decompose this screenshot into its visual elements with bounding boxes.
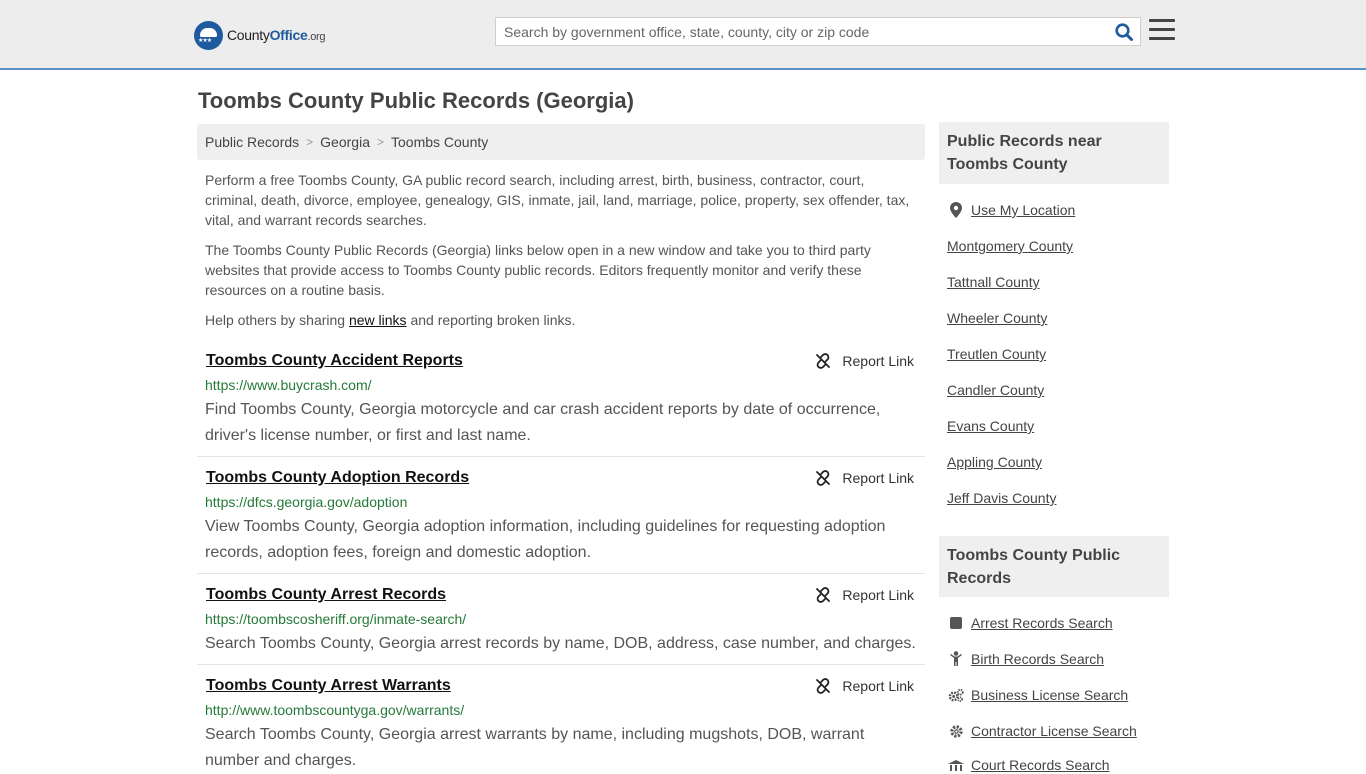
new-links-link[interactable]: new links <box>349 312 407 328</box>
nearby-county-link[interactable]: Evans County <box>947 418 1034 434</box>
disclaimer-paragraph: The Toombs County Public Records (Georgi… <box>205 242 871 298</box>
report-link-label: Report Link <box>842 587 914 603</box>
nearby-county-link[interactable]: Treutlen County <box>947 346 1046 362</box>
breadcrumb-separator: > <box>306 135 314 149</box>
report-link-button[interactable]: Report Link <box>815 353 914 369</box>
record-entry: Toombs County Arrest Warrants Report Lin… <box>197 677 925 769</box>
search-box <box>495 17 1141 46</box>
help-text: Help others by sharing <box>205 312 349 328</box>
breadcrumb: Public Records > Georgia > Toombs County <box>197 124 925 160</box>
logo-office: Office <box>269 27 308 43</box>
breadcrumb-toombs-county[interactable]: Toombs County <box>391 134 488 150</box>
report-link-label: Report Link <box>842 353 914 369</box>
entry-description: Find Toombs County, Georgia motorcycle a… <box>205 401 881 444</box>
arrest-records-search-link[interactable]: Arrest Records Search <box>971 615 1113 631</box>
nearby-county-link[interactable]: Candler County <box>947 382 1044 398</box>
entry-url[interactable]: https://www.buycrash.com/ <box>205 377 372 393</box>
logo-org: .org <box>307 31 326 43</box>
record-entry: Toombs County Accident Reports Report Li… <box>197 352 925 457</box>
nearby-county-link[interactable]: Jeff Davis County <box>947 490 1056 506</box>
search-input[interactable] <box>496 18 1108 45</box>
search-icon <box>1115 22 1133 41</box>
entry-url[interactable]: https://toombscosheriff.org/inmate-searc… <box>205 611 466 627</box>
entry-title-link[interactable]: Toombs County Adoption Records <box>206 469 469 487</box>
logo-text: CountyOffice.org <box>227 27 326 43</box>
gear-icon <box>948 723 964 739</box>
child-icon <box>948 651 964 667</box>
business-license-search-link[interactable]: Business License Search <box>971 687 1128 703</box>
court-records-search-link[interactable]: Court Records Search <box>971 757 1110 773</box>
report-link-button[interactable]: Report Link <box>815 678 914 694</box>
use-my-location-link[interactable]: Use My Location <box>971 202 1075 218</box>
entry-description: Search Toombs County, Georgia arrest rec… <box>205 635 916 652</box>
square-icon <box>948 615 964 631</box>
broken-link-icon <box>816 353 831 369</box>
nearby-county-link[interactable]: Wheeler County <box>947 310 1047 326</box>
entry-divider <box>197 664 925 665</box>
nearby-county-link[interactable]: Tattnall County <box>947 274 1040 290</box>
breadcrumb-separator: > <box>376 135 384 149</box>
entry-title-link[interactable]: Toombs County Accident Reports <box>206 352 463 370</box>
nearby-heading: Public Records near Toombs County <box>939 122 1169 184</box>
entry-title-link[interactable]: Toombs County Arrest Warrants <box>206 677 451 695</box>
gears-icon <box>948 687 964 703</box>
county-records-heading: Toombs County Public Records <box>939 536 1169 597</box>
report-link-button[interactable]: Report Link <box>815 587 914 603</box>
record-entry: Toombs County Adoption Records Report Li… <box>197 469 925 574</box>
top-bar: CountyOffice.org <box>0 0 1366 70</box>
logo-seal-icon <box>194 20 223 50</box>
logo-county: County <box>227 27 270 43</box>
report-link-label: Report Link <box>842 470 914 486</box>
hamburger-menu-icon[interactable] <box>1149 19 1175 43</box>
entry-title-link[interactable]: Toombs County Arrest Records <box>206 586 446 604</box>
birth-records-search-link[interactable]: Birth Records Search <box>971 651 1104 667</box>
broken-link-icon <box>816 678 831 694</box>
broken-link-icon <box>816 587 831 603</box>
page-title: Toombs County Public Records (Georgia) <box>198 88 634 113</box>
contractor-license-search-link[interactable]: Contractor License Search <box>971 723 1137 739</box>
record-entry: Toombs County Arrest Records Report Link… <box>197 586 925 665</box>
search-button[interactable] <box>1108 18 1140 45</box>
intro-paragraph: Perform a free Toombs County, GA public … <box>205 172 910 228</box>
site-logo[interactable]: CountyOffice.org <box>194 20 326 50</box>
nearby-county-link[interactable]: Appling County <box>947 454 1042 470</box>
report-link-label: Report Link <box>842 678 914 694</box>
broken-link-icon <box>816 470 831 486</box>
entry-divider <box>197 456 925 457</box>
entry-divider <box>197 573 925 574</box>
nearby-county-link[interactable]: Montgomery County <box>947 238 1073 254</box>
entry-url[interactable]: http://www.toombscountyga.gov/warrants/ <box>205 702 464 718</box>
help-text-after: and reporting broken links. <box>406 312 576 328</box>
entry-url[interactable]: https://dfcs.georgia.gov/adoption <box>205 494 407 510</box>
entry-description: View Toombs County, Georgia adoption inf… <box>205 518 886 561</box>
help-paragraph: Help others by sharing new links and rep… <box>205 310 917 330</box>
entry-description: Search Toombs County, Georgia arrest war… <box>205 726 865 769</box>
courthouse-icon <box>948 757 964 773</box>
map-marker-icon <box>948 202 964 218</box>
report-link-button[interactable]: Report Link <box>815 470 914 486</box>
breadcrumb-public-records[interactable]: Public Records <box>205 134 299 150</box>
breadcrumb-georgia[interactable]: Georgia <box>320 134 370 150</box>
